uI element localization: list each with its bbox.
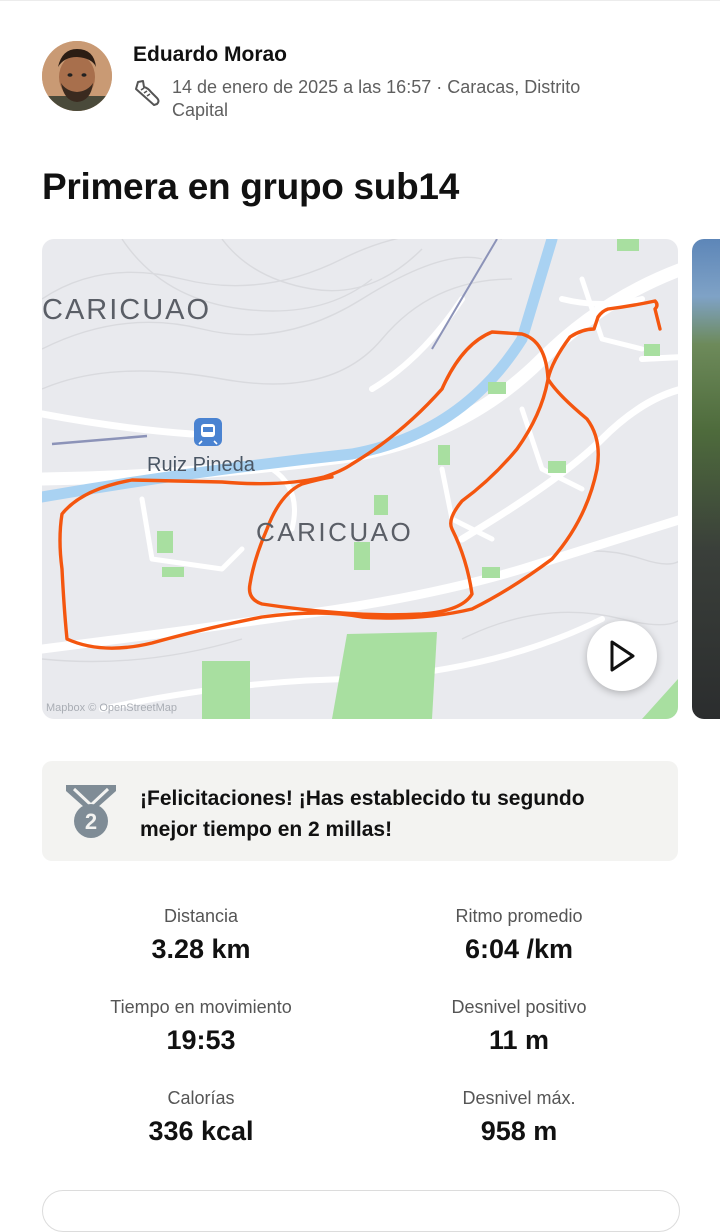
stat-value: 11 m xyxy=(488,1025,550,1055)
achievement-banner[interactable]: 2 ¡Felicitaciones! ¡Has establecido tu s… xyxy=(42,761,678,861)
athlete-name[interactable]: Eduardo Morao xyxy=(133,43,287,67)
stat-value: 19:53 xyxy=(166,1025,236,1055)
stat-label: Desnivel máx. xyxy=(462,1088,576,1108)
play-button[interactable] xyxy=(587,621,657,691)
stat-value: 336 kcal xyxy=(148,1116,254,1146)
stat-max-elevation: Desnivel máx. 958 m xyxy=(369,1087,669,1147)
map-label-area-center: CARICUAO xyxy=(256,517,413,547)
stat-label: Ritmo promedio xyxy=(455,906,583,926)
stat-moving-time: Tiempo en movimiento 19:53 xyxy=(51,996,351,1056)
stat-calories: Calorías 336 kcal xyxy=(51,1087,351,1147)
activity-title[interactable]: Primera en grupo sub14 xyxy=(42,166,459,208)
next-photo-card[interactable] xyxy=(692,239,720,719)
avatar[interactable] xyxy=(42,41,112,111)
more-stats-button[interactable] xyxy=(42,1190,680,1232)
stat-label: Distancia xyxy=(163,906,239,926)
top-divider xyxy=(0,0,720,1)
stat-label: Desnivel positivo xyxy=(451,997,587,1017)
stat-value: 3.28 km xyxy=(151,934,251,964)
map-attribution: Mapbox © OpenStreetMap xyxy=(46,702,177,714)
map-label-station: Ruiz Pineda xyxy=(147,454,256,476)
activity-meta: 14 de enero de 2025 a las 16:57 · Caraca… xyxy=(172,77,581,120)
stat-value: 958 m xyxy=(480,1116,558,1146)
medal-rank: 2 xyxy=(85,809,97,834)
stat-value: 6:04 /km xyxy=(464,934,574,964)
medal-icon: 2 xyxy=(66,785,116,838)
route-map[interactable]: CARICUAO Ruiz Pineda CARICUAO Mapbox © O… xyxy=(42,239,678,719)
achievement-text: ¡Felicitaciones! ¡Has establecido tu seg… xyxy=(140,787,585,841)
stat-distance: Distancia 3.28 km xyxy=(51,905,351,965)
play-icon xyxy=(610,640,635,672)
stat-avg-pace: Ritmo promedio 6:04 /km xyxy=(369,905,669,965)
map-label-area-top: CARICUAO xyxy=(42,294,211,326)
stat-label: Calorías xyxy=(167,1088,235,1108)
running-shoe-icon xyxy=(135,80,160,106)
stat-elevation-gain: Desnivel positivo 11 m xyxy=(369,996,669,1056)
metro-station-icon xyxy=(194,418,222,446)
stat-label: Tiempo en movimiento xyxy=(110,997,292,1017)
